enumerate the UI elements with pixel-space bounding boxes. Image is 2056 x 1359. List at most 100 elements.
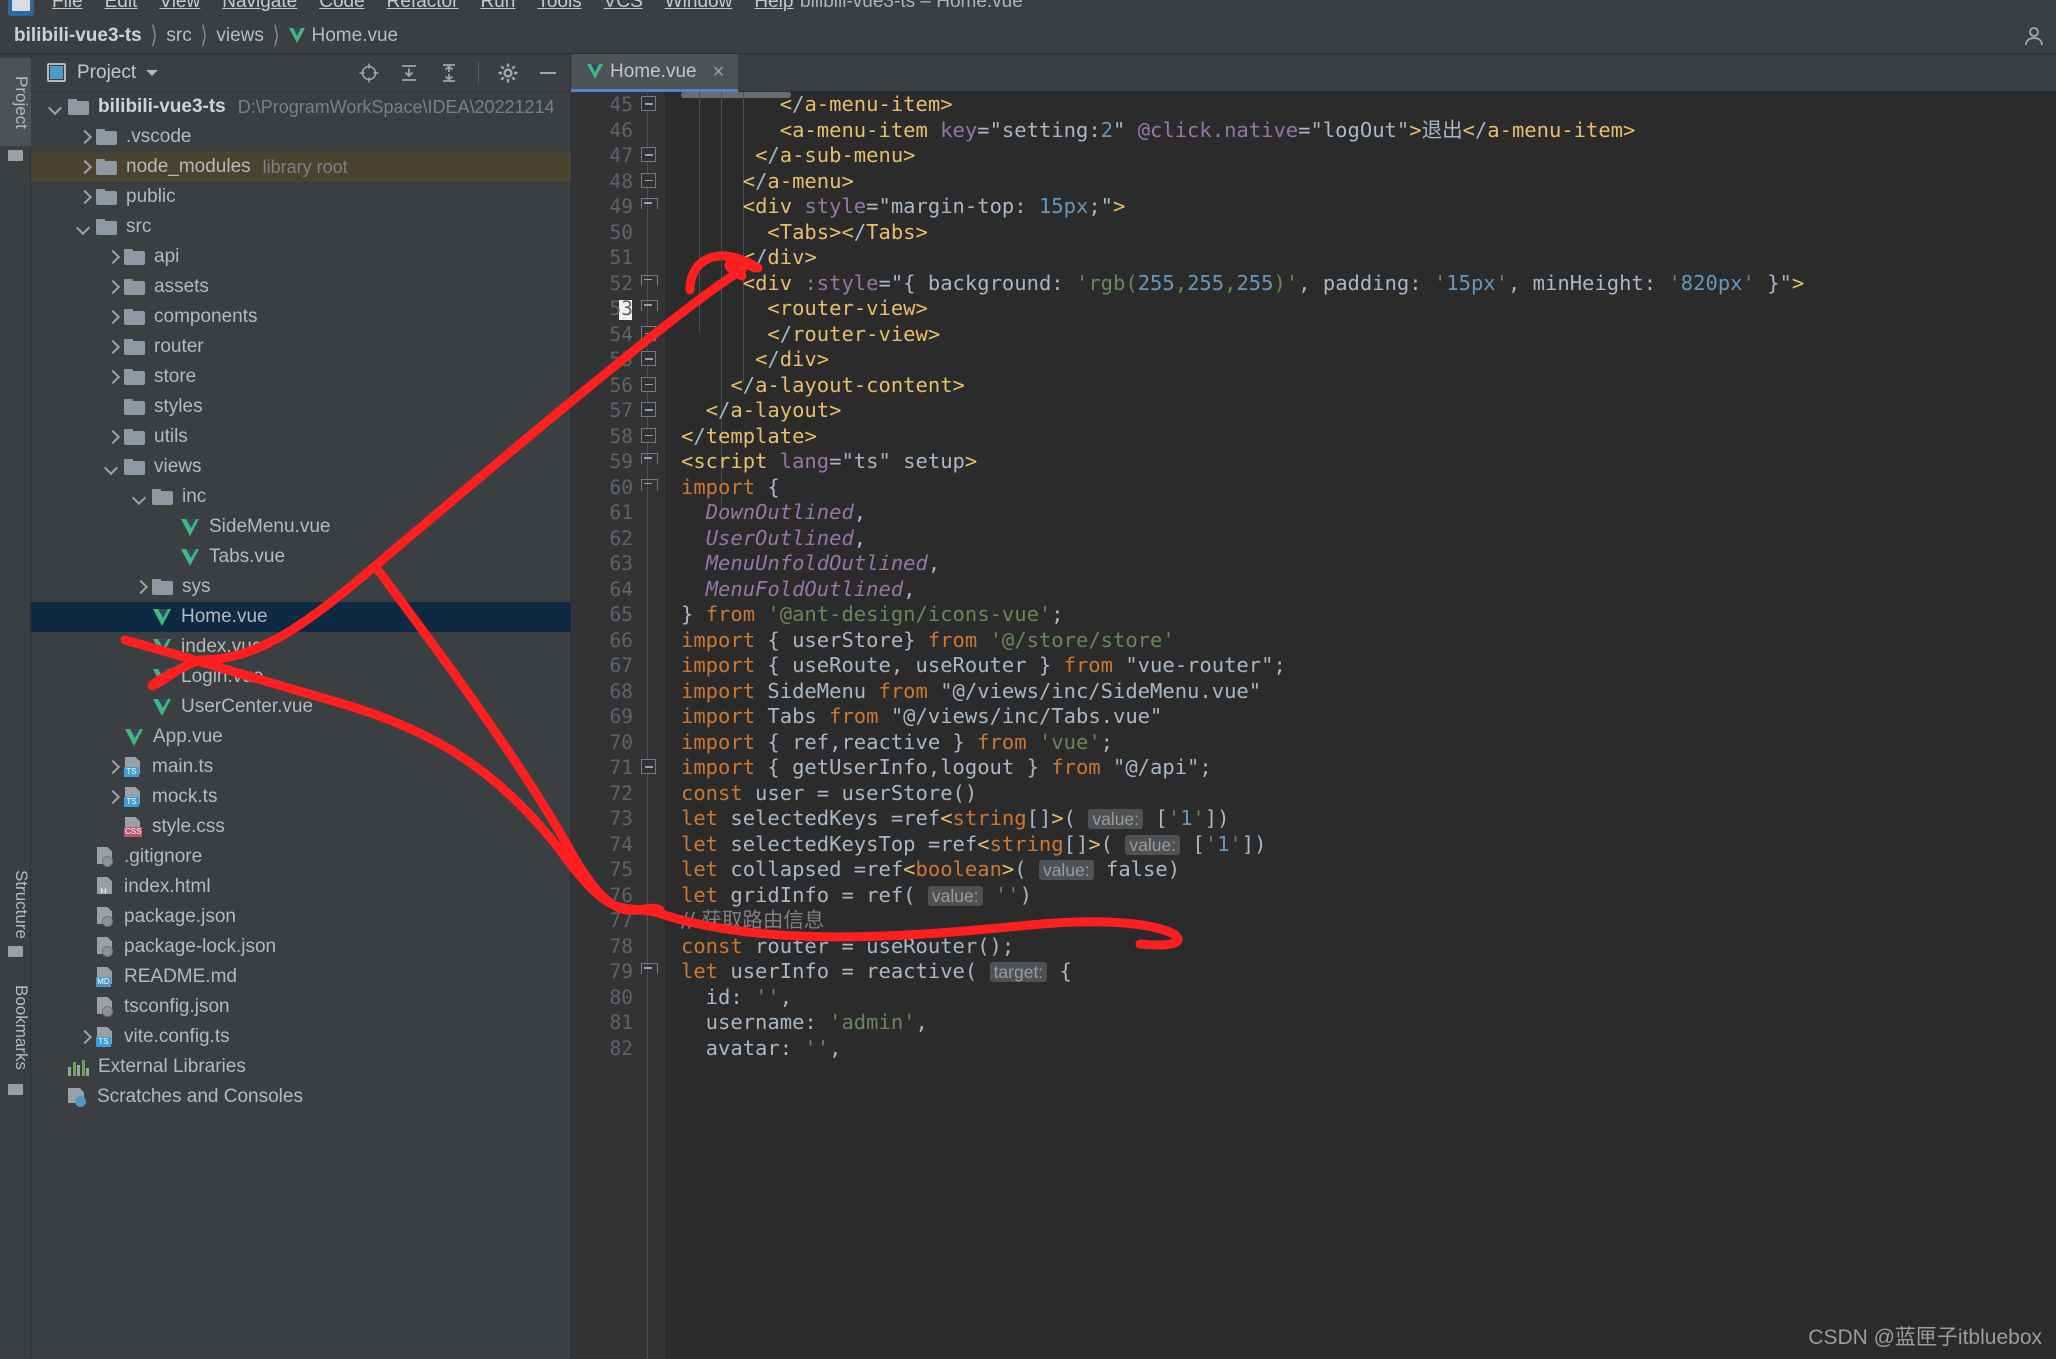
menu-file[interactable]: File (52, 0, 83, 13)
tree-row-home.vue[interactable]: Home.vue (31, 602, 571, 632)
tree-row-index.html[interactable]: Hindex.html (31, 872, 571, 902)
tree-row-bilibili-vue3-ts[interactable]: bilibili-vue3-ts D:\ProgramWorkSpace\IDEA… (31, 92, 571, 122)
code-folding-icon[interactable] (641, 376, 656, 392)
chevron-right-icon[interactable] (105, 251, 118, 264)
code-line-55[interactable]: 55 </div> (571, 347, 2056, 373)
tree-row-views[interactable]: views (31, 452, 571, 482)
code-folding-icon[interactable] (641, 96, 656, 111)
code-folding-icon[interactable] (641, 963, 658, 978)
tree-row-.gitignore[interactable]: .gitignore (31, 842, 571, 872)
code-line-68[interactable]: 68 import SideMenu from "@/views/inc/Side… (571, 679, 2056, 705)
code-line-77[interactable]: 77 // 获取路由信息 (571, 908, 2056, 934)
tree-row-externallibraries[interactable]: External Libraries (31, 1052, 571, 1082)
code-folding-icon[interactable] (641, 759, 656, 774)
breadcrumb-root[interactable]: bilibili-vue3-ts (14, 25, 142, 47)
menu-help[interactable]: Help (754, 0, 793, 13)
tree-row-styles[interactable]: styles (31, 392, 571, 422)
tree-row-tabs.vue[interactable]: Tabs.vue (31, 542, 571, 572)
tree-row-assets[interactable]: assets (31, 272, 571, 302)
code-line-59[interactable]: 59 <script lang="ts" setup> (571, 449, 2056, 475)
chevron-down-icon[interactable] (146, 69, 159, 76)
menu-run[interactable]: Run (480, 0, 515, 13)
code-line-51[interactable]: 51 </div> (571, 245, 2056, 271)
code-line-45[interactable]: 45 </a-menu-item> (571, 92, 2056, 118)
chevron-down-icon[interactable] (49, 101, 62, 114)
code-folding-icon[interactable] (641, 325, 656, 341)
tree-row-index.vue[interactable]: index.vue (31, 632, 571, 662)
code-folding-icon[interactable] (641, 427, 656, 443)
chevron-down-icon[interactable] (105, 461, 118, 474)
chevron-right-icon[interactable] (105, 371, 118, 384)
expand-all-icon[interactable] (398, 62, 420, 84)
chevron-right-icon[interactable] (77, 191, 90, 204)
code-line-50[interactable]: 50 <Tabs></Tabs> (571, 220, 2056, 246)
menu-view[interactable]: View (159, 0, 200, 13)
code-line-76[interactable]: 76 let gridInfo = ref( value: '') (571, 883, 2056, 909)
code-folding-icon[interactable] (641, 453, 658, 468)
code-line-46[interactable]: 46 <a-menu-item key="setting:2" @click.n… (571, 118, 2056, 144)
breadcrumb-item-file[interactable]: Home.vue (312, 25, 399, 47)
chevron-right-icon[interactable] (105, 431, 118, 444)
code-line-62[interactable]: 62 UserOutlined, (571, 526, 2056, 552)
tree-row-package.json[interactable]: package.json (31, 902, 571, 932)
code-line-47[interactable]: 47 </a-sub-menu> (571, 143, 2056, 169)
user-avatar-icon[interactable] (2022, 24, 2046, 48)
code-line-81[interactable]: 81 username: 'admin', (571, 1010, 2056, 1036)
close-icon[interactable]: × (713, 62, 725, 82)
tree-row-app.vue[interactable]: App.vue (31, 722, 571, 752)
code-line-78[interactable]: 78 const router = useRouter(); (571, 934, 2056, 960)
code-line-71[interactable]: 71 import { getUserInfo,logout } from "@/… (571, 755, 2056, 781)
code-line-74[interactable]: 74 let selectedKeysTop =ref<string[]>( va… (571, 832, 2056, 858)
menu-window[interactable]: Window (665, 0, 733, 13)
code-line-56[interactable]: 56 </a-layout-content> (571, 373, 2056, 399)
chevron-down-icon[interactable] (133, 491, 146, 504)
tree-row-.vscode[interactable]: .vscode (31, 122, 571, 152)
tree-row-login.vue[interactable]: Login.vue (31, 662, 571, 692)
code-folding-icon[interactable] (641, 402, 656, 417)
menu-navigate[interactable]: Navigate (222, 0, 297, 13)
gear-icon[interactable] (497, 62, 519, 84)
code-line-72[interactable]: 72 const user = userStore() (571, 781, 2056, 807)
tree-row-utils[interactable]: utils (31, 422, 571, 452)
tree-row-vite.config.ts[interactable]: TS vite.config.ts (31, 1022, 571, 1052)
code-line-60[interactable]: 60 import { (571, 475, 2056, 501)
tree-row-src[interactable]: src (31, 212, 571, 242)
code-line-61[interactable]: 61 DownOutlined, (571, 500, 2056, 526)
code-line-75[interactable]: 75 let collapsed =ref<boolean>( value: fa… (571, 857, 2056, 883)
chevron-right-icon[interactable] (105, 311, 118, 324)
menu-code[interactable]: Code (319, 0, 364, 13)
code-line-70[interactable]: 70 import { ref,reactive } from 'vue'; (571, 730, 2056, 756)
tree-row-tsconfig.json[interactable]: tsconfig.json (31, 992, 571, 1022)
chevron-right-icon[interactable] (105, 341, 118, 354)
collapse-all-icon[interactable] (438, 62, 460, 84)
tool-window-button-bookmarks[interactable]: Bookmarks (0, 974, 31, 1095)
code-folding-icon[interactable] (641, 351, 656, 366)
menu-tools[interactable]: Tools (537, 0, 581, 13)
code-line-80[interactable]: 80 id: '', (571, 985, 2056, 1011)
menu-edit[interactable]: Edit (105, 0, 138, 13)
tree-row-sys[interactable]: sys (31, 572, 571, 602)
tree-row-mock.ts[interactable]: TS mock.ts (31, 782, 571, 812)
code-line-67[interactable]: 67 import { useRoute, useRouter } from "v… (571, 653, 2056, 679)
tree-row-scratchesandconsoles[interactable]: Scratches and Consoles (31, 1082, 571, 1112)
tool-window-button-project[interactable]: Project (0, 58, 31, 161)
tree-row-inc[interactable]: inc (31, 482, 571, 512)
code-line-64[interactable]: 64 MenuFoldOutlined, (571, 577, 2056, 603)
project-file-tree[interactable]: bilibili-vue3-ts D:\ProgramWorkSpace\IDEA… (31, 92, 571, 1359)
code-line-52[interactable]: 52 <div :style="{ background: 'rgb(255,2… (571, 271, 2056, 297)
code-line-69[interactable]: 69 import Tabs from "@/views/inc/Tabs.vue… (571, 704, 2056, 730)
tree-row-style.css[interactable]: CSS style.css (31, 812, 571, 842)
chevron-right-icon[interactable] (105, 281, 118, 294)
menu-refactor[interactable]: Refactor (387, 0, 459, 13)
tree-row-node_modules[interactable]: node_modules library root (31, 152, 571, 182)
code-line-48[interactable]: 48 </a-menu> (571, 169, 2056, 195)
tree-row-store[interactable]: store (31, 362, 571, 392)
code-folding-icon[interactable] (641, 478, 658, 494)
code-line-82[interactable]: 82 avatar: '', (571, 1036, 2056, 1062)
tree-row-router[interactable]: router (31, 332, 571, 362)
chevron-right-icon[interactable] (133, 581, 146, 594)
code-line-54[interactable]: 54 </router-view> (571, 322, 2056, 348)
chevron-right-icon[interactable] (77, 161, 90, 174)
tree-row-sidemenu.vue[interactable]: SideMenu.vue (31, 512, 571, 542)
code-folding-icon[interactable] (641, 274, 658, 290)
